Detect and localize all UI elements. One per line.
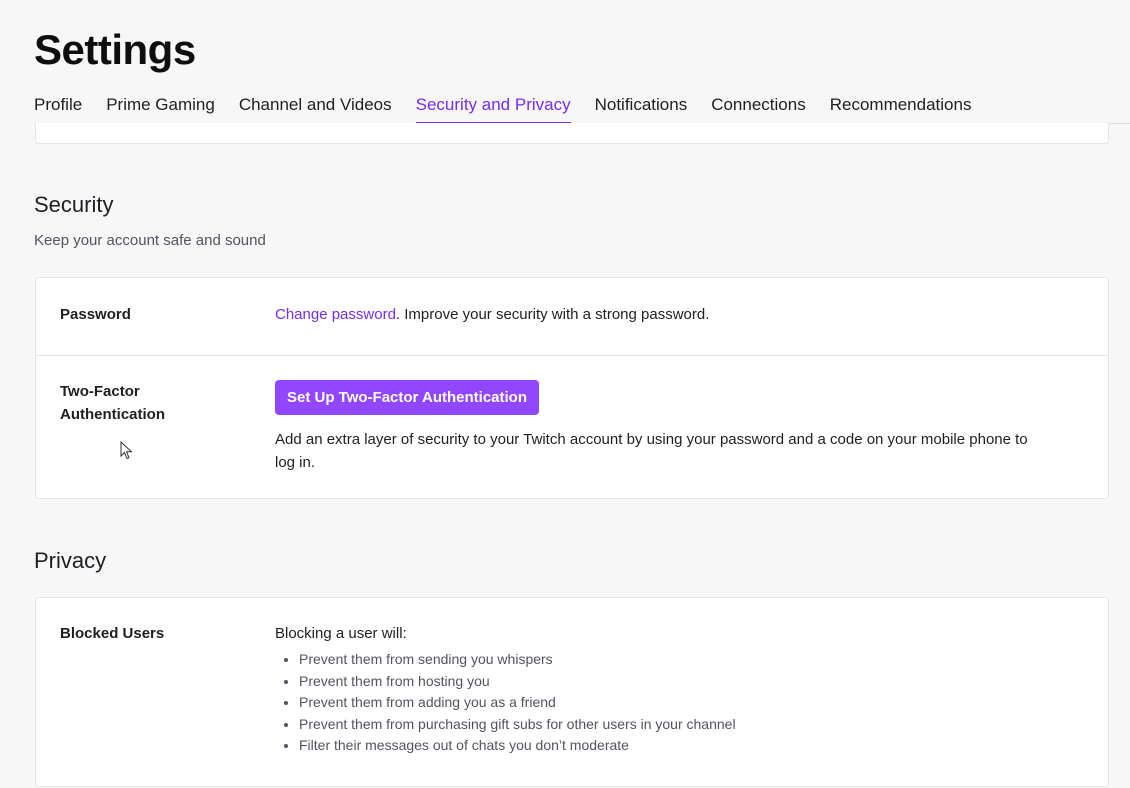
list-item: Prevent them from adding you as a friend <box>299 692 1048 714</box>
privacy-card: Blocked Users Blocking a user will: Prev… <box>35 597 1109 787</box>
change-password-link[interactable]: Change password <box>275 306 396 323</box>
tab-profile[interactable]: Profile <box>34 92 82 122</box>
mouse-pointer-icon <box>120 441 133 460</box>
blocked-users-label: Blocked Users <box>60 625 165 642</box>
tab-security-and-privacy[interactable]: Security and Privacy <box>415 92 571 124</box>
tab-recommendations[interactable]: Recommendations <box>830 92 972 122</box>
list-item: Prevent them from hosting you <box>299 671 1048 693</box>
tab-prime-gaming[interactable]: Prime Gaming <box>106 92 215 122</box>
blocked-users-body: Blocking a user will: Prevent them from … <box>275 622 1048 757</box>
privacy-section-title: Privacy <box>34 548 107 573</box>
tab-connections[interactable]: Connections <box>711 92 806 122</box>
security-section-title: Security <box>34 192 114 217</box>
two-factor-description: Add an extra layer of security to your T… <box>275 431 1028 471</box>
blocked-users-row: Blocked Users Blocking a user will: Prev… <box>36 598 1108 788</box>
list-item: Prevent them from purchasing gift subs f… <box>299 714 1048 736</box>
two-factor-label-line1: Two-Factor <box>60 383 140 400</box>
two-factor-label-line2: Authentication <box>60 406 165 423</box>
two-factor-label: Two-Factor Authentication <box>60 380 165 426</box>
password-help-text: . Improve your security with a strong pa… <box>395 306 710 323</box>
list-item: Filter their messages out of chats you d… <box>299 735 1048 757</box>
settings-tabs: Profile Prime Gaming Channel and Videos … <box>34 92 1130 124</box>
password-description: Change password. Improve your security w… <box>275 303 1048 326</box>
password-row: Password Change password. Improve your s… <box>36 278 1108 355</box>
setup-two-factor-button[interactable]: Set Up Two-Factor Authentication <box>275 380 539 415</box>
list-item: Prevent them from sending you whispers <box>299 649 1048 671</box>
security-section-description: Keep your account safe and sound <box>34 232 266 249</box>
blocked-users-effects-list: Prevent them from sending you whispers P… <box>275 649 1048 757</box>
two-factor-row: Two-Factor Authentication Set Up Two-Fac… <box>36 356 1108 499</box>
tab-channel-and-videos[interactable]: Channel and Videos <box>239 92 392 122</box>
password-label: Password <box>60 306 131 323</box>
page-title: Settings <box>34 26 196 73</box>
blocked-users-intro: Blocking a user will: <box>275 625 407 642</box>
two-factor-body: Set Up Two-Factor Authentication Add an … <box>275 380 1048 474</box>
previous-section-card <box>35 123 1109 144</box>
security-card: Password Change password. Improve your s… <box>35 277 1109 499</box>
tab-notifications[interactable]: Notifications <box>595 92 688 122</box>
